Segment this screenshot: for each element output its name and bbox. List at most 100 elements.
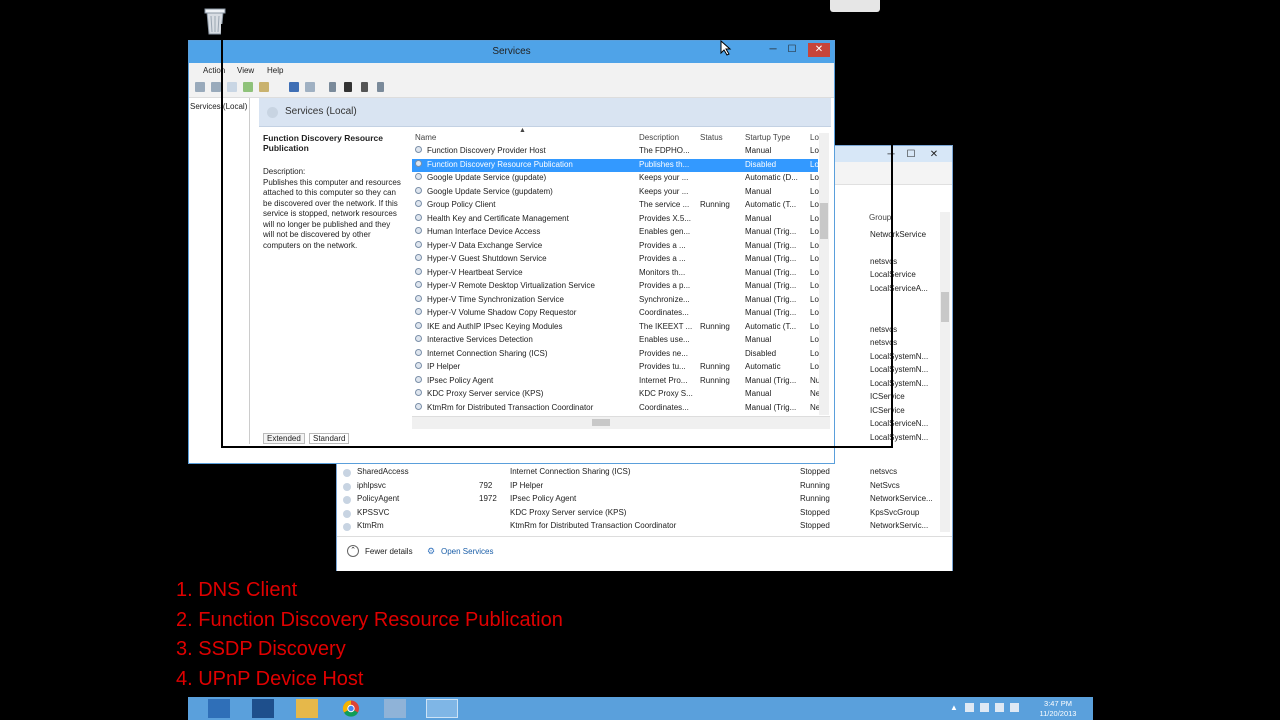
service-description: The service ... — [639, 200, 690, 209]
horizontal-scrollbar[interactable] — [412, 416, 830, 429]
vertical-scrollbar[interactable] — [819, 133, 829, 415]
column-startup-type[interactable]: Startup Type — [745, 133, 790, 142]
close-button[interactable]: ✕ — [925, 148, 943, 162]
service-row[interactable]: Hyper-V Remote Desktop Virtualization Se… — [412, 280, 819, 293]
task-manager-row[interactable]: SharedAccess Internet Connection Sharing … — [343, 467, 939, 480]
service-row[interactable]: Internet Connection Sharing (ICS) Provide… — [412, 348, 819, 361]
tray-network-icon[interactable] — [980, 703, 989, 712]
service-startup-type: Disabled — [745, 159, 777, 169]
task-manager-scrollbar[interactable] — [940, 212, 950, 532]
service-row[interactable]: Hyper-V Volume Shadow Copy Requestor Coor… — [412, 307, 819, 320]
powershell-icon[interactable] — [252, 699, 274, 718]
fewer-details-link[interactable]: Fewer details — [365, 547, 413, 556]
chevron-up-icon[interactable]: ⌃ — [347, 545, 359, 557]
service-log-on: Lo — [810, 267, 819, 277]
tray-language-icon[interactable] — [1010, 703, 1019, 712]
service-row[interactable]: Interactive Services Detection Enables us… — [412, 334, 819, 347]
column-name[interactable]: Name — [415, 133, 436, 142]
properties-icon[interactable] — [305, 82, 315, 92]
maximize-button[interactable]: ☐ — [783, 43, 801, 57]
service-row[interactable]: KtmRm for Distributed Transaction Coordi… — [412, 402, 820, 415]
service-startup-type: Automatic — [745, 362, 781, 371]
service-row[interactable]: Function Discovery Resource Publication P… — [412, 158, 819, 172]
file-explorer-icon[interactable] — [296, 699, 318, 718]
maximize-button[interactable]: ☐ — [902, 148, 920, 162]
service-description: Enables gen... — [639, 227, 691, 236]
service-row[interactable]: Function Discovery Provider Host The FDPH… — [412, 145, 819, 158]
service-row[interactable]: Hyper-V Data Exchange Service Provides a … — [412, 240, 819, 253]
description-text: Publishes this computer and resources at… — [263, 177, 401, 250]
service-row[interactable]: Group Policy Client The service ... Runnin… — [412, 199, 819, 212]
service-short-name: KPSSVC — [357, 507, 390, 517]
task-manager-row[interactable]: iphlpsvc 792 IP Helper Running NetSvcs — [343, 481, 939, 494]
service-row[interactable]: IPsec Policy Agent Internet Pro... Running… — [412, 375, 820, 388]
forward-arrow-icon[interactable] — [211, 82, 221, 92]
service-description: Provides X.5... — [639, 213, 692, 223]
group-column-header[interactable]: Group — [869, 213, 891, 222]
chrome-icon[interactable] — [340, 699, 362, 718]
show-hide-tree-icon[interactable] — [227, 82, 237, 92]
tree-item-services-local[interactable]: Services (Local) — [190, 102, 247, 111]
service-startup-type: Manual (Trig... — [745, 240, 797, 250]
description-pane: Function Discovery Resource Publication … — [263, 133, 403, 433]
column-log-on-as[interactable]: Lo — [810, 133, 819, 142]
task-manager-icon[interactable] — [384, 699, 406, 718]
group-cell: LocalServiceA... — [870, 284, 928, 293]
service-startup-type: Manual — [745, 186, 772, 196]
menu-bar: Action View Help — [189, 63, 834, 77]
service-status: Running — [700, 362, 730, 371]
services-taskbar-icon[interactable] — [426, 699, 458, 718]
tray-flag-icon[interactable] — [965, 703, 974, 712]
mouse-pointer-icon — [720, 39, 732, 58]
service-row[interactable]: KDC Proxy Server service (KPS) KDC Proxy … — [412, 388, 820, 401]
service-row[interactable]: Hyper-V Guest Shutdown Service Provides a… — [412, 253, 819, 266]
task-manager-row[interactable]: KtmRm KtmRm for Distributed Transaction C… — [343, 521, 939, 534]
refresh-icon[interactable] — [243, 82, 253, 92]
task-manager-row[interactable]: KPSSVC KDC Proxy Server service (KPS) Stop… — [343, 508, 939, 521]
remote-session-controls[interactable] — [830, 0, 880, 12]
selected-service-name: Function Discovery Resource Publication — [263, 133, 383, 153]
stop-service-icon[interactable] — [344, 82, 352, 92]
back-arrow-icon[interactable] — [195, 82, 205, 92]
task-manager-row[interactable]: PolicyAgent 1972 IPsec Policy Agent Running… — [343, 494, 939, 507]
column-description[interactable]: Description — [639, 133, 679, 142]
tab-standard[interactable]: Standard — [309, 433, 350, 444]
services-title-bar[interactable]: Services ─ ☐ ✕ — [189, 41, 834, 63]
service-row[interactable]: Google Update Service (gupdatem) Keeps yo… — [412, 186, 819, 199]
recycle-bin-icon[interactable] — [202, 6, 228, 36]
service-row[interactable]: Human Interface Device Access Enables gen… — [412, 226, 819, 239]
tab-extended[interactable]: Extended — [263, 433, 305, 444]
close-button[interactable]: ✕ — [808, 43, 830, 57]
open-services-link[interactable]: Open Services — [441, 547, 493, 556]
service-description: Provides ne... — [639, 348, 688, 358]
menu-view[interactable]: View — [237, 66, 254, 75]
restart-service-icon[interactable] — [377, 82, 384, 92]
service-row[interactable]: IP Helper Provides tu... Running Automatic L… — [412, 361, 819, 374]
service-row[interactable]: Hyper-V Heartbeat Service Monitors th... M… — [412, 267, 819, 280]
start-service-icon[interactable] — [329, 82, 336, 92]
server-manager-icon[interactable] — [208, 699, 230, 718]
service-log-on: Lo — [810, 281, 819, 290]
menu-help[interactable]: Help — [267, 66, 283, 75]
service-row[interactable]: Google Update Service (gupdate) Keeps you… — [412, 172, 819, 185]
group-cell: netsvcs — [870, 257, 898, 266]
service-row[interactable]: IKE and AuthIP IPsec Keying Modules The I… — [412, 321, 819, 334]
help-icon[interactable] — [289, 82, 299, 92]
service-name: Google Update Service (gupdate) — [427, 173, 547, 182]
service-row[interactable]: Hyper-V Time Synchronization Service Sync… — [412, 294, 819, 307]
service-name: KtmRm for Distributed Transaction Coordi… — [427, 402, 594, 412]
export-list-icon[interactable] — [259, 82, 269, 92]
tray-volume-icon[interactable] — [995, 703, 1004, 712]
service-description: Provides a ... — [639, 254, 686, 263]
clock-time[interactable]: 3:47 PM — [1040, 699, 1076, 708]
group-cell: ICService — [870, 406, 905, 415]
pause-service-icon[interactable] — [361, 82, 368, 92]
service-description: Internet Pro... — [639, 375, 688, 385]
service-short-name: SharedAccess — [357, 467, 409, 476]
service-row[interactable]: Health Key and Certificate Management Pro… — [412, 213, 819, 226]
tray-chevron-icon[interactable]: ▲ — [950, 703, 958, 712]
minimize-button[interactable]: ─ — [764, 43, 782, 57]
service-description: KDC Proxy Server service (KPS) — [510, 507, 627, 517]
column-status[interactable]: Status — [700, 133, 723, 142]
clock-date[interactable]: 11/20/2013 — [1035, 709, 1081, 718]
